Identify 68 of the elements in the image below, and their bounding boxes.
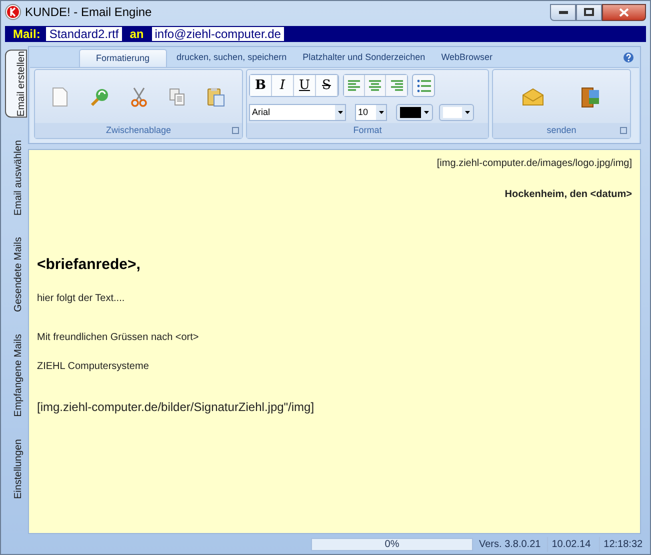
ribbon-tab[interactable]: WebBrowser — [435, 49, 499, 67]
side-tab[interactable]: Empfangene Mails — [5, 334, 27, 418]
group-label: Format — [353, 124, 382, 137]
align-right-icon — [390, 78, 404, 92]
template-field: Standard2.rtf — [46, 27, 122, 41]
new-document-icon[interactable] — [52, 86, 68, 106]
underline-button[interactable]: U — [294, 75, 316, 96]
mail-label: Mail: — [12, 26, 42, 43]
side-tab[interactable]: Gesendete Mails — [5, 237, 27, 312]
align-left-icon — [347, 78, 361, 92]
back-color-picker[interactable] — [439, 104, 474, 121]
text-color-picker[interactable] — [396, 104, 433, 121]
scissors-icon[interactable] — [131, 86, 148, 106]
strikethrough-button[interactable]: S — [316, 75, 338, 96]
dropdown-arrow-icon — [465, 111, 470, 114]
ribbon-tab[interactable]: Platzhalter und Sonderzeichen — [296, 49, 432, 67]
side-tab[interactable]: Einstellungen — [5, 439, 27, 500]
progress-text: 0% — [384, 538, 400, 550]
font-name: Arial — [251, 106, 272, 119]
dropdown-arrow-icon — [378, 111, 384, 114]
side-tab[interactable]: Email auswählen — [5, 140, 27, 216]
copy-icon[interactable] — [169, 88, 186, 106]
size-combobox[interactable]: 10 — [355, 104, 387, 121]
window-title: KUNDE! - Email Engine — [25, 4, 152, 21]
dialog-launcher-icon[interactable] — [620, 127, 627, 134]
document-text: Hockenheim, den <datum> — [504, 188, 632, 202]
minimize-button[interactable] — [550, 4, 576, 20]
version-text: Vers. 3.8.0.21 — [478, 538, 542, 552]
document-text: hier folgt der Text.... — [37, 292, 126, 306]
group-label: senden — [546, 124, 576, 137]
time-text: 12:18:32 — [598, 536, 647, 552]
italic-button[interactable]: I — [272, 75, 294, 96]
align-left-button[interactable] — [344, 75, 365, 96]
date-text: 10.02.14 — [546, 536, 595, 552]
document-text: [img.ziehl-computer.de/images/logo.jpg/img] — [436, 157, 632, 171]
document-text: Mit freundlichen Grüssen nach <ort> — [37, 330, 200, 344]
maximize-button[interactable] — [576, 4, 602, 20]
group-label: Zwischenablage — [106, 124, 172, 137]
recipient-field: info@ziehl-computer.de — [152, 27, 284, 41]
side-tab[interactable]: Email erstellen — [5, 50, 27, 118]
magnifier-refresh-icon[interactable] — [90, 86, 110, 106]
font-combobox[interactable]: Arial — [249, 104, 346, 121]
dialog-launcher-icon[interactable] — [232, 127, 239, 134]
font-size: 10 — [357, 106, 370, 119]
maximize-icon — [584, 8, 594, 16]
close-icon — [619, 8, 629, 16]
salutation-text: <briefanrede>, — [37, 255, 142, 275]
paste-icon[interactable] — [207, 86, 226, 106]
align-right-button[interactable] — [386, 75, 407, 96]
bullet-list-button[interactable] — [412, 74, 435, 97]
bullet-list-icon — [416, 78, 430, 92]
door-icon[interactable] — [581, 86, 602, 108]
envelope-icon[interactable] — [522, 88, 544, 106]
align-center-button[interactable] — [365, 75, 386, 96]
minimize-icon — [558, 10, 568, 14]
document-text: ZIEHL Computersysteme — [37, 360, 150, 374]
ribbon-tab[interactable]: Formatierung — [79, 49, 167, 67]
dropdown-arrow-icon — [424, 111, 429, 114]
app-logo-icon — [5, 4, 21, 20]
bold-button[interactable]: B — [250, 75, 272, 96]
connector-label: an — [128, 26, 145, 43]
ribbon-tab[interactable]: drucken, suchen, speichern — [170, 49, 293, 67]
document-editor[interactable] — [28, 149, 641, 534]
document-text: [img.ziehl-computer.de/bilder/SignaturZiehl.jpg"/img] — [37, 398, 316, 416]
help-icon[interactable] — [623, 52, 634, 63]
align-center-icon — [368, 78, 382, 92]
close-button[interactable] — [602, 4, 646, 20]
dropdown-arrow-icon — [338, 111, 342, 114]
